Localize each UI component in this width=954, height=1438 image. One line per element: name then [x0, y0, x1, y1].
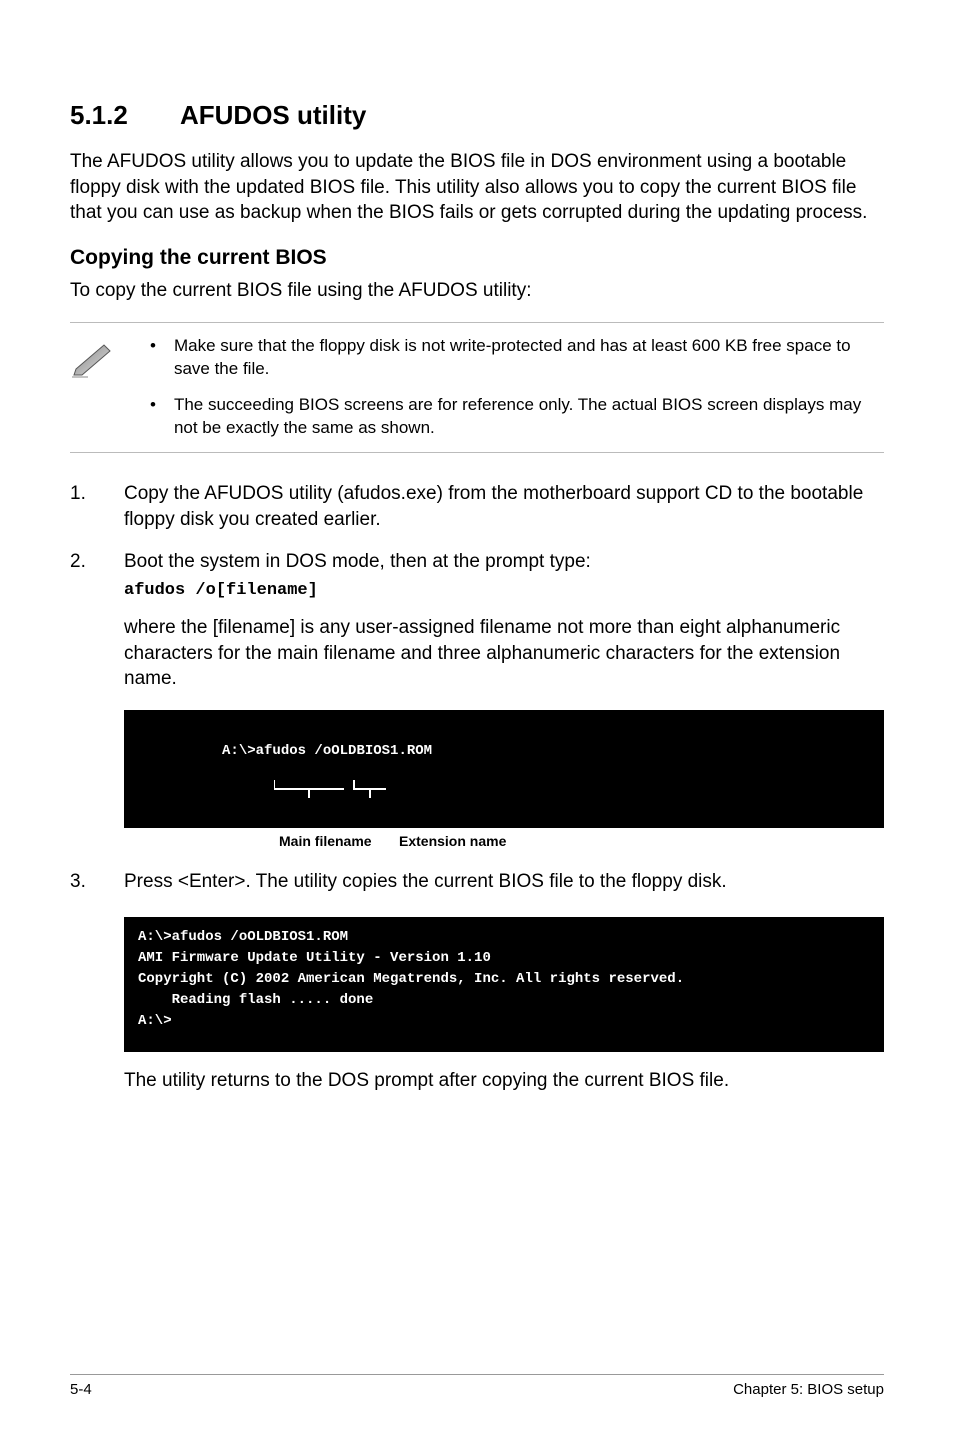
step-text: Press <Enter>. The utility copies the cu… [124, 869, 884, 895]
pencil-icon [70, 335, 130, 441]
step-content: Boot the system in DOS mode, then at the… [124, 549, 884, 851]
sub-heading: Copying the current BIOS [70, 246, 884, 270]
filename-brackets [274, 738, 444, 840]
page-footer: 5-4 Chapter 5: BIOS setup [70, 1374, 884, 1398]
sub-intro: To copy the current BIOS file using the … [70, 278, 884, 304]
step-content: Copy the AFUDOS utility (afudos.exe) fro… [124, 481, 884, 532]
note-item: • Make sure that the floppy disk is not … [150, 335, 884, 381]
step-3: 3. Press <Enter>. The utility copies the… [70, 869, 884, 1093]
step-content: Press <Enter>. The utility copies the cu… [124, 869, 884, 1093]
step-1: 1. Copy the AFUDOS utility (afudos.exe) … [70, 481, 884, 532]
chapter-label: Chapter 5: BIOS setup [733, 1381, 884, 1398]
step-number: 3. [70, 869, 94, 1093]
intro-paragraph: The AFUDOS utility allows you to update … [70, 149, 884, 226]
section-heading: 5.1.2AFUDOS utility [70, 100, 884, 131]
steps-list: 1. Copy the AFUDOS utility (afudos.exe) … [70, 481, 884, 1093]
step-number: 1. [70, 481, 94, 532]
note-list: • Make sure that the floppy disk is not … [150, 335, 884, 441]
note-text: Make sure that the floppy disk is not wr… [174, 335, 884, 381]
section-number: 5.1.2 [70, 100, 180, 131]
command-text: afudos /o[filename] [124, 580, 884, 603]
code-block-2: A:\>afudos /oOLDBIOS1.ROM AMI Firmware U… [124, 917, 884, 1052]
bullet-icon: • [150, 394, 156, 440]
step-number: 2. [70, 549, 94, 851]
section-title: AFUDOS utility [180, 100, 366, 130]
note-text: The succeeding BIOS screens are for refe… [174, 394, 884, 440]
bullet-icon: • [150, 335, 156, 381]
page-number: 5-4 [70, 1381, 92, 1398]
note-block: • Make sure that the floppy disk is not … [70, 322, 884, 454]
step-after-text: where the [filename] is any user-assigne… [124, 615, 884, 692]
step-2: 2. Boot the system in DOS mode, then at … [70, 549, 884, 851]
note-item: • The succeeding BIOS screens are for re… [150, 394, 884, 440]
closing-text: The utility returns to the DOS prompt af… [124, 1068, 884, 1094]
filename-labels: Main filename Extension name [124, 832, 884, 851]
code-block-1: A:\>afudos /oOLDBIOS1.ROM [124, 710, 884, 828]
step-text: Boot the system in DOS mode, then at the… [124, 549, 884, 575]
